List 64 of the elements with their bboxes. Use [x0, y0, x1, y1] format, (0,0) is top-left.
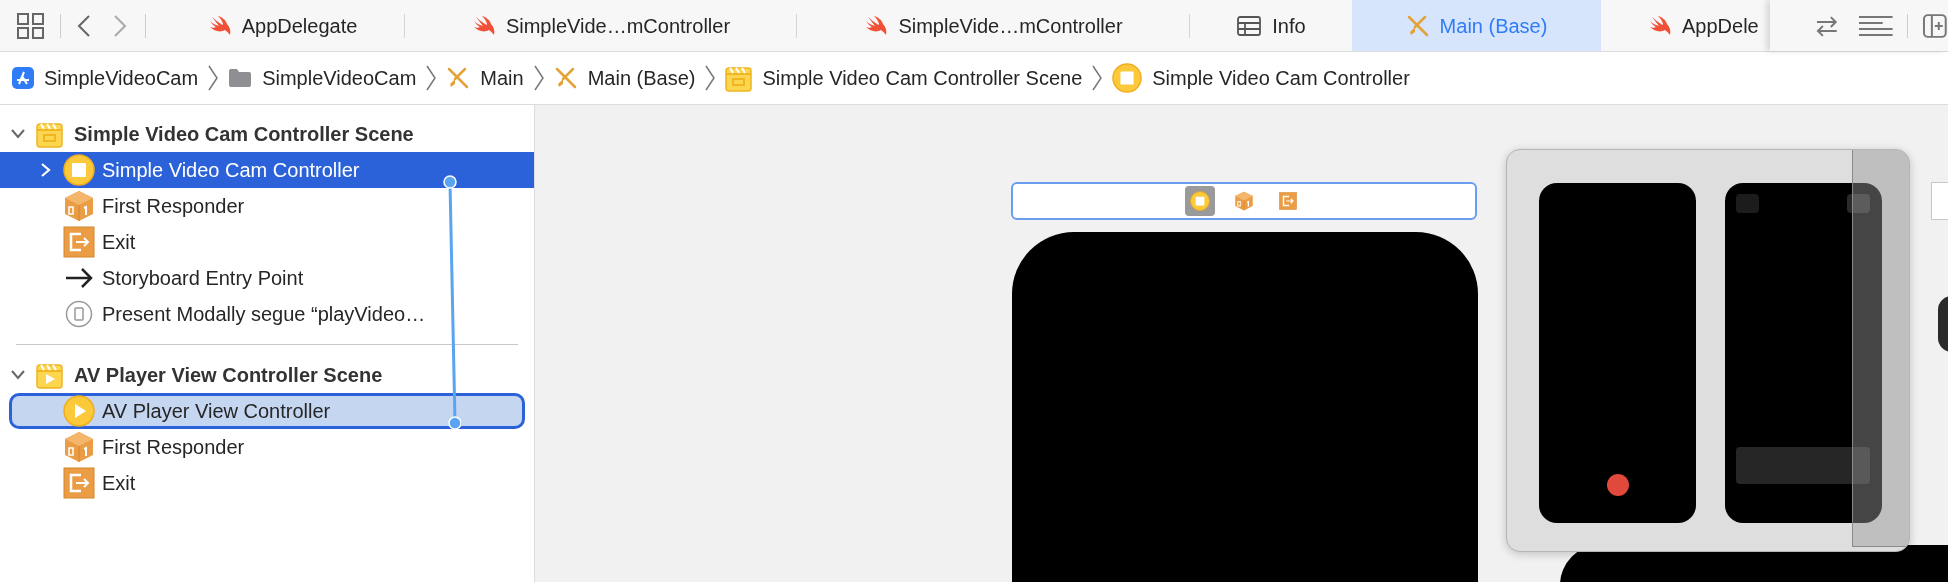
cube-icon	[63, 190, 95, 222]
breadcrumb-item[interactable]: SimpleVideoCam	[12, 63, 199, 93]
chevron-icon	[1092, 65, 1103, 91]
breadcrumb-item[interactable]: Simple Video Cam Controller Scene	[725, 63, 1083, 93]
chevron-icon	[426, 65, 437, 91]
folder-icon	[228, 68, 253, 88]
breadcrumb-item[interactable]: Simple Video Cam Controller	[1112, 63, 1410, 93]
outline-row[interactable]: Exit	[0, 465, 534, 501]
exit-icon	[63, 226, 95, 258]
swift-bird-icon	[864, 14, 889, 37]
outline-row[interactable]: Storyboard Entry Point	[0, 260, 534, 296]
editor-tab[interactable]: AppDele	[1601, 0, 1770, 51]
chevron-icon	[208, 65, 219, 91]
connection-line[interactable]	[441, 175, 461, 431]
editor-tab[interactable]: Info	[1190, 0, 1352, 51]
scene-title: Simple Video Cam Controller Scene	[74, 122, 414, 147]
view-controller-icon	[1112, 63, 1143, 93]
breadcrumb-item[interactable]: Main	[446, 63, 524, 93]
scene-thumbnail[interactable]	[1539, 183, 1696, 523]
cube-icon	[1234, 191, 1254, 211]
dock-item[interactable]	[1185, 186, 1215, 216]
chevron-icon	[705, 65, 716, 91]
arrow-icon	[63, 266, 95, 290]
segue-icon	[65, 300, 93, 328]
editor-tab[interactable]: SimpleVide…mController	[405, 0, 797, 51]
swift-bird-icon	[1648, 14, 1672, 37]
exit-icon	[63, 467, 95, 499]
scene-icon	[36, 361, 63, 389]
breadcrumb-item[interactable]: Main (Base)	[553, 63, 696, 93]
outline-row[interactable]: AV Player View Controller	[9, 393, 525, 429]
back-icon[interactable]	[77, 13, 91, 38]
storyboard-icon	[1405, 13, 1430, 38]
thumbnail-control	[1847, 194, 1870, 213]
disclosure-icon[interactable]	[10, 369, 26, 381]
storyboard-icon	[446, 66, 471, 90]
forward-icon[interactable]	[113, 13, 127, 38]
scene-title: AV Player View Controller Scene	[74, 363, 383, 388]
view-controller-icon	[1190, 191, 1210, 211]
outline-row[interactable]: Present Modally segue “playVideo…	[0, 296, 534, 332]
view-controller-icon	[63, 154, 95, 186]
outline-row[interactable]: First Responder	[0, 188, 534, 224]
add-editor-icon[interactable]	[1922, 12, 1948, 39]
chevron-icon	[533, 65, 544, 91]
outline-row[interactable]: Exit	[0, 224, 534, 260]
scene-icon	[36, 120, 63, 148]
outline-row[interactable]: First Responder	[0, 429, 534, 465]
app-icon	[12, 67, 34, 89]
cube-icon	[63, 431, 95, 463]
outline-row[interactable]: Simple Video Cam Controller	[0, 152, 534, 188]
editor-tab[interactable]: AppDelegate	[160, 0, 405, 51]
swap-icon[interactable]	[1814, 14, 1840, 37]
play-icon	[63, 395, 95, 427]
editor-tab[interactable]: SimpleVide…mController	[797, 0, 1190, 51]
storyboard-icon	[553, 66, 578, 90]
disclosure-icon[interactable]	[10, 128, 26, 140]
grid-icon[interactable]	[16, 11, 46, 40]
swift-bird-icon	[471, 14, 496, 37]
swift-bird-icon	[207, 14, 232, 37]
table-icon	[1236, 14, 1263, 37]
scene-icon	[725, 64, 753, 92]
exit-icon	[1279, 192, 1297, 210]
breadcrumb-item[interactable]: SimpleVideoCam	[228, 63, 417, 93]
text-lines-icon[interactable]	[1857, 14, 1894, 37]
thumbnail-control	[1736, 194, 1759, 213]
